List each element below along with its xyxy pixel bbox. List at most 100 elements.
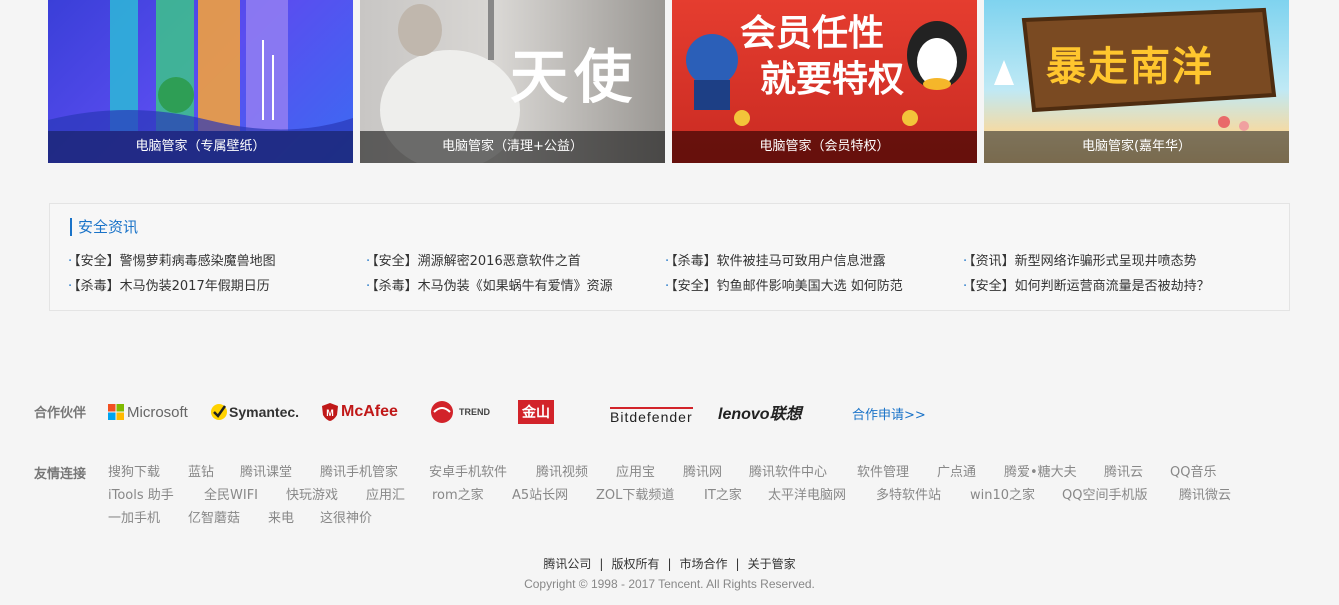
symantec-logo[interactable]: Symantec. — [209, 398, 299, 426]
mcafee-logo[interactable]: M McAfee — [321, 398, 398, 426]
shield-icon: M — [322, 403, 338, 421]
friend-link[interactable]: 搜狗下载 — [108, 461, 160, 480]
friend-link[interactable]: 全民WIFI — [204, 484, 258, 503]
bullet-icon: · — [366, 254, 371, 269]
security-news-title: 安全资讯 — [70, 218, 138, 236]
news-item-text: 【安全】溯源解密2016恶意软件之首 — [372, 254, 581, 269]
news-item-text: 【杀毒】木马伪装2017年假期日历 — [74, 279, 270, 294]
bitdefender-logo[interactable]: Bitdefender — [610, 402, 693, 430]
news-item-text: 【杀毒】软件被挂马可致用户信息泄露 — [671, 254, 886, 269]
mcafee-logo-text: McAfee — [341, 403, 398, 420]
friend-link[interactable]: 这很神价 — [320, 507, 372, 526]
news-item[interactable]: · 【杀毒】木马伪装2017年假期日历 — [68, 275, 366, 294]
friend-link[interactable]: rom之家 — [432, 484, 484, 503]
banner-vip-art-text-2: 就要特权 — [760, 59, 905, 100]
news-item-text: 【安全】警惕萝莉病毒感染魔兽地图 — [74, 254, 276, 269]
bullet-icon: · — [963, 254, 968, 269]
friend-link[interactable]: 应用宝 — [616, 461, 655, 480]
friend-link[interactable]: QQ空间手机版 — [1062, 484, 1147, 503]
news-item[interactable]: · 【杀毒】软件被挂马可致用户信息泄露 — [665, 250, 963, 269]
friend-link[interactable]: 亿智蘑菇 — [188, 507, 240, 526]
news-item[interactable]: · 【安全】溯源解密2016恶意软件之首 — [366, 250, 664, 269]
friend-link[interactable]: 应用汇 — [366, 484, 405, 503]
footer-link-tencent[interactable]: 腾讯公司 — [543, 557, 591, 571]
friend-link[interactable]: 腾讯微云 — [1179, 484, 1231, 503]
news-item[interactable]: · 【安全】警惕萝莉病毒感染魔兽地图 — [68, 250, 366, 269]
banner-carnival-art-text: 暴走南洋 — [1046, 44, 1214, 90]
banner-caption: 电脑管家（清理+公益） — [360, 131, 665, 163]
trend-micro-logo[interactable]: TREND — [430, 398, 490, 426]
bullet-icon: · — [366, 279, 371, 294]
friend-link[interactable]: 快玩游戏 — [286, 484, 338, 503]
footer-link-copyright[interactable]: 版权所有 — [611, 557, 659, 571]
symantec-logo-text: Symantec. — [229, 404, 300, 420]
lenovo-logo-text: lenovo联想 — [718, 406, 802, 423]
news-item-text: 【安全】钓鱼邮件影响美国大选 如何防范 — [671, 279, 903, 294]
bullet-icon: · — [665, 279, 670, 294]
footer-separator: | — [735, 557, 740, 571]
bullet-icon: · — [68, 254, 73, 269]
friend-link[interactable]: 多特软件站 — [876, 484, 941, 503]
news-item[interactable]: · 【资讯】新型网络诈骗形式呈现井喷态势 — [963, 250, 1261, 269]
friend-link[interactable]: 腾讯视频 — [536, 461, 588, 480]
bullet-icon: · — [665, 254, 670, 269]
partners-label: 合作伙伴 — [34, 406, 87, 421]
friend-link[interactable]: A5站长网 — [512, 484, 568, 503]
friend-link[interactable]: 广点通 — [937, 461, 976, 480]
footer-nav: 腾讯公司 | 版权所有 | 市场合作 | 关于管家 — [0, 555, 1339, 572]
news-item-text: 【资讯】新型网络诈骗形式呈现井喷态势 — [969, 254, 1197, 269]
bullet-icon: · — [68, 279, 73, 294]
banner-caption: 电脑管家（会员特权） — [672, 131, 977, 163]
lenovo-logo[interactable]: lenovo联想 — [718, 398, 802, 426]
banner-caption: 电脑管家(嘉年华） — [984, 131, 1289, 163]
footer-link-about[interactable]: 关于管家 — [748, 557, 796, 571]
banner-vip[interactable]: 会员任性 就要特权 电脑管家（会员特权） — [672, 0, 977, 163]
footer-separator: | — [667, 557, 672, 571]
friend-link[interactable]: 腾讯软件中心 — [749, 461, 827, 480]
news-item[interactable]: · 【安全】钓鱼邮件影响美国大选 如何防范 — [665, 275, 963, 294]
banner-cleanup-charity[interactable]: 天使 电脑管家（清理+公益） — [360, 0, 665, 163]
friend-link[interactable]: 腾爱•糖大夫 — [1004, 461, 1077, 480]
friend-link[interactable]: 腾讯网 — [683, 461, 722, 480]
friend-link[interactable]: 来电 — [268, 507, 294, 526]
friend-link[interactable]: ZOL下载频道 — [596, 484, 674, 503]
banner-carnival[interactable]: 暴走南洋 电脑管家(嘉年华） — [984, 0, 1289, 163]
partner-apply-link[interactable]: 合作申请>> — [852, 404, 926, 423]
friend-link[interactable]: 腾讯云 — [1104, 461, 1143, 480]
footer-link-market[interactable]: 市场合作 — [680, 557, 728, 571]
microsoft-logo-text: Microsoft — [127, 403, 188, 421]
friend-link[interactable]: iTools 助手 — [108, 484, 174, 503]
news-item[interactable]: · 【安全】如何判断运营商流量是否被劫持？ — [963, 275, 1261, 294]
friend-link[interactable]: IT之家 — [704, 484, 742, 503]
kingsoft-logo[interactable]: 金山 — [518, 398, 554, 426]
footer-separator: | — [599, 557, 604, 571]
friend-link[interactable]: QQ音乐 — [1170, 461, 1216, 480]
friend-link[interactable]: 腾讯课堂 — [240, 461, 292, 480]
bullet-icon: · — [963, 279, 968, 294]
trend-ball-icon — [431, 401, 453, 423]
friend-link[interactable]: 安卓手机软件 — [429, 461, 507, 480]
friend-link[interactable]: 软件管理 — [857, 461, 909, 480]
friend-link[interactable]: 蓝钻 — [188, 461, 214, 480]
friend-link[interactable]: 腾讯手机管家 — [320, 461, 398, 480]
news-item[interactable]: · 【杀毒】木马伪装《如果蜗牛有爱情》资源 — [366, 275, 664, 294]
trend-micro-logo-text: TREND — [459, 407, 490, 417]
banner-cleanup-art-text: 天使 — [510, 43, 639, 111]
banner-caption: 电脑管家（专属壁纸） — [48, 131, 353, 163]
banner-vip-art-text-1: 会员任性 — [740, 13, 885, 54]
banner-wallpaper[interactable]: 电脑管家（专属壁纸） — [48, 0, 353, 163]
friend-link[interactable]: win10之家 — [970, 484, 1035, 503]
copyright-text: Copyright © 1998 - 2017 Tencent. All Rig… — [524, 577, 815, 591]
bitdefender-logo-text: Bitdefender — [610, 407, 693, 425]
friend-links-label: 友情连接 — [34, 467, 87, 482]
microsoft-logo[interactable]: Microsoft — [108, 398, 188, 426]
banner-row: 电脑管家（专属壁纸） 天使 电脑管家（清理+公益） 会员任性 就要特权 电脑管家… — [48, 0, 1289, 163]
svg-text:M: M — [326, 408, 334, 418]
checkmark-icon — [211, 404, 227, 420]
microsoft-icon — [108, 404, 124, 420]
kingsoft-logo-box: 金山 — [518, 400, 554, 424]
kingsoft-logo-text: 金山 — [522, 404, 550, 420]
friend-link[interactable]: 太平洋电脑网 — [768, 484, 846, 503]
security-news-box: 安全资讯 · 【安全】警惕萝莉病毒感染魔兽地图 · 【安全】溯源解密2016恶意软件… — [49, 203, 1290, 311]
friend-link[interactable]: 一加手机 — [108, 507, 160, 526]
